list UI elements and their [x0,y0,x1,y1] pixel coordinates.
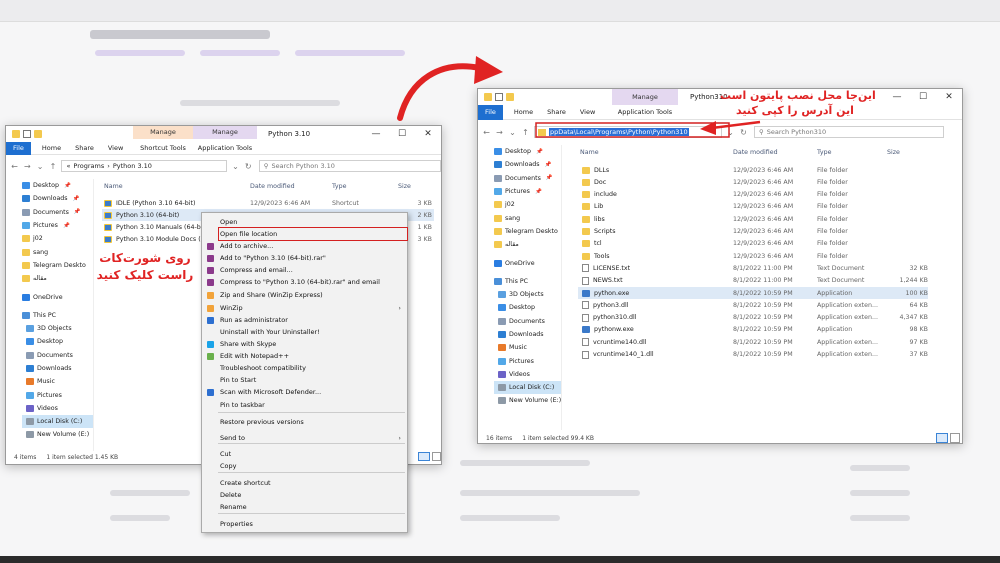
annotation-line: روی شورت‌کات [99,251,191,265]
annotation-install-path: این‌جا محل نصب پایتون است این آدرس را کپ… [720,88,876,118]
curved-arrow-head [474,56,503,84]
annotation-right-click: روی شورت‌کات راست کلیک کنید [90,250,200,284]
annotation-line: این آدرس را کپی کنید [736,104,854,117]
address-highlight-box [535,122,730,138]
annotation-line: این‌جا محل نصب پایتون است [720,89,876,102]
curved-arrow-shaft [397,63,483,121]
annotation-line: راست کلیک کنید [96,268,194,282]
